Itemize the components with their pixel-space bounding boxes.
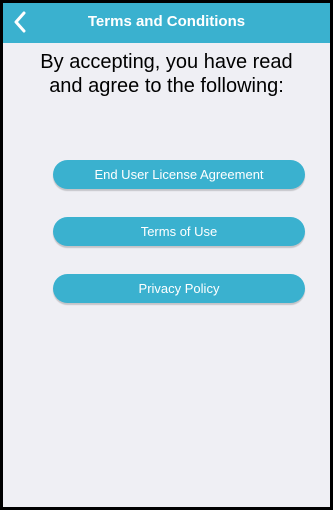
back-button[interactable] bbox=[3, 3, 43, 43]
terms-of-use-button[interactable]: Terms of Use bbox=[53, 217, 305, 246]
privacy-policy-button[interactable]: Privacy Policy bbox=[53, 274, 305, 303]
intro-line-1: By accepting, you have read bbox=[40, 51, 293, 73]
intro-line-2: and agree to the following: bbox=[49, 75, 284, 97]
app-screen: Terms and Conditions By accepting, you h… bbox=[0, 0, 333, 510]
eula-button[interactable]: End User License Agreement bbox=[53, 160, 305, 189]
intro-text: By accepting, you have read and agree to… bbox=[11, 50, 322, 98]
page-title: Terms and Conditions bbox=[87, 13, 246, 30]
navigation-bar: Terms and Conditions bbox=[3, 3, 330, 43]
chevron-left-icon bbox=[14, 11, 26, 33]
